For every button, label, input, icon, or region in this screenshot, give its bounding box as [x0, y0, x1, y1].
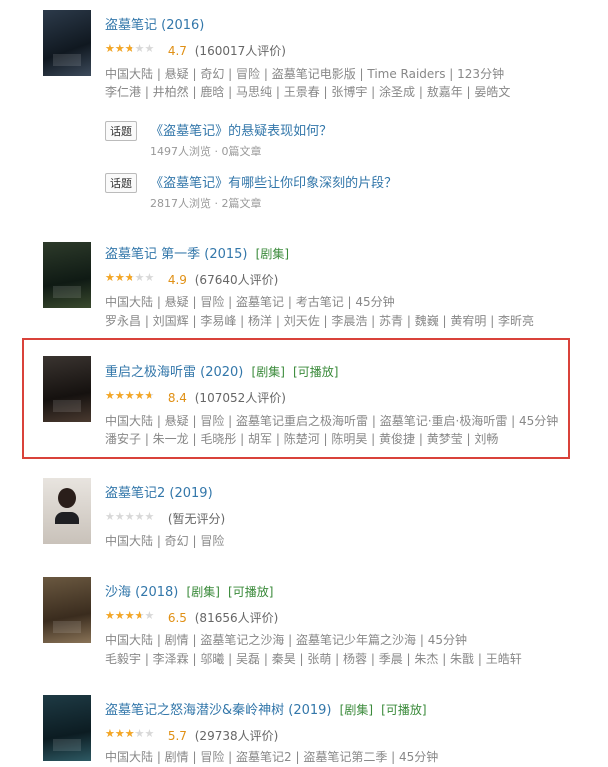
- result-title[interactable]: 盗墓笔记 第一季: [105, 247, 200, 262]
- meta-line-1: 中国大陆 | 悬疑 | 冒险 | 盗墓笔记重启之极海听雷 | 盗墓笔记·重启·极…: [105, 414, 559, 428]
- poster-image[interactable]: [43, 356, 91, 422]
- topic-title[interactable]: 《盗墓笔记》的悬疑表现如何？: [150, 124, 332, 139]
- result-title[interactable]: 重启之极海听雷: [105, 365, 196, 380]
- result-title[interactable]: 盗墓笔记2: [105, 486, 165, 501]
- meta-line-2: 罗永昌 | 刘国辉 | 李易峰 | 杨洋 | 刘天佐 | 李晨浩 | 苏青 | …: [105, 314, 535, 328]
- rating-score: 4.9: [167, 273, 187, 287]
- tag-series[interactable]: [剧集]: [252, 365, 285, 379]
- rating-count: (29738人评价): [194, 729, 279, 743]
- poster-image[interactable]: [43, 478, 91, 544]
- result-year: (2018): [135, 585, 179, 600]
- poster-image[interactable]: [43, 577, 91, 643]
- result-year: (2019): [288, 703, 332, 718]
- result-title[interactable]: 盗墓笔记: [105, 18, 157, 33]
- rating-count: (暂无评分): [167, 512, 226, 526]
- result-year: (2019): [169, 486, 213, 501]
- meta-line-2: 潘安子 | 朱一龙 | 毛晓彤 | 胡军 | 陈楚河 | 陈明昊 | 黄俊捷 |…: [105, 432, 499, 446]
- meta-line-1: 中国大陆 | 剧情 | 冒险 | 盗墓笔记2 | 盗墓笔记第二季 | 45分钟: [105, 750, 439, 764]
- result-title[interactable]: 沙海: [105, 585, 131, 600]
- rating-stars: ★★★★★★★★★★: [105, 42, 155, 55]
- rating-stars: ★★★★★: [105, 510, 155, 523]
- topic-badge: 话题: [105, 121, 137, 141]
- poster-image[interactable]: [43, 10, 91, 76]
- poster-image[interactable]: [43, 242, 91, 308]
- tag-playable[interactable]: [可播放]: [381, 703, 426, 717]
- topic-row[interactable]: 话题 《盗墓笔记》的悬疑表现如何？: [105, 120, 332, 141]
- meta-line-1: 中国大陆 | 悬疑 | 冒险 | 盗墓笔记 | 考古笔记 | 45分钟: [105, 295, 395, 309]
- topic-title[interactable]: 《盗墓笔记》有哪些让你印象深刻的片段？: [150, 176, 397, 191]
- tag-series[interactable]: [剧集]: [187, 585, 220, 599]
- rating-count: (67640人评价): [194, 273, 279, 287]
- tag-series[interactable]: [剧集]: [340, 703, 373, 717]
- result-year: (2016): [161, 18, 205, 33]
- result-year: (2015): [204, 247, 248, 262]
- tag-series[interactable]: [剧集]: [256, 247, 289, 261]
- meta-line-2: 李仁港 | 井柏然 | 鹿晗 | 马思纯 | 王景春 | 张博宇 | 涂圣成 |…: [105, 85, 511, 99]
- rating-stars: ★★★★★★★★★★: [105, 389, 155, 402]
- rating-stars: ★★★★★★★★★★: [105, 271, 155, 284]
- topic-row[interactable]: 话题 《盗墓笔记》有哪些让你印象深刻的片段？: [105, 172, 397, 193]
- rating-count: (81656人评价): [194, 611, 279, 625]
- rating-stars: ★★★★★★★★★★: [105, 727, 155, 740]
- topic-meta: 1497人浏览 · 0篇文章: [150, 145, 262, 158]
- rating-score: 6.5: [167, 611, 187, 625]
- tag-playable[interactable]: [可播放]: [228, 585, 273, 599]
- topic-meta: 2817人浏览 · 2篇文章: [150, 197, 262, 210]
- result-year: (2020): [200, 365, 244, 380]
- result-title[interactable]: 盗墓笔记之怒海潜沙&秦岭神树: [105, 703, 284, 718]
- topic-badge: 话题: [105, 173, 137, 193]
- rating-score: 4.7: [167, 44, 187, 58]
- poster-image[interactable]: [43, 695, 91, 761]
- meta-line-2: 毛毅宇 | 李泽霖 | 邬曦 | 吴磊 | 秦昊 | 张萌 | 杨蓉 | 季晨 …: [105, 652, 522, 666]
- rating-score: 8.4: [167, 391, 187, 405]
- meta-line-1: 中国大陆 | 奇幻 | 冒险: [105, 534, 225, 548]
- rating-count: (160017人评价): [194, 44, 286, 58]
- tag-playable[interactable]: [可播放]: [293, 365, 338, 379]
- rating-count: (107052人评价): [194, 391, 286, 405]
- meta-line-1: 中国大陆 | 悬疑 | 奇幻 | 冒险 | 盗墓笔记电影版 | Time Rai…: [105, 67, 505, 81]
- meta-line-1: 中国大陆 | 剧情 | 盗墓笔记之沙海 | 盗墓笔记少年篇之沙海 | 45分钟: [105, 633, 467, 647]
- rating-score: 5.7: [167, 729, 187, 743]
- rating-stars: ★★★★★★★★★★: [105, 609, 155, 622]
